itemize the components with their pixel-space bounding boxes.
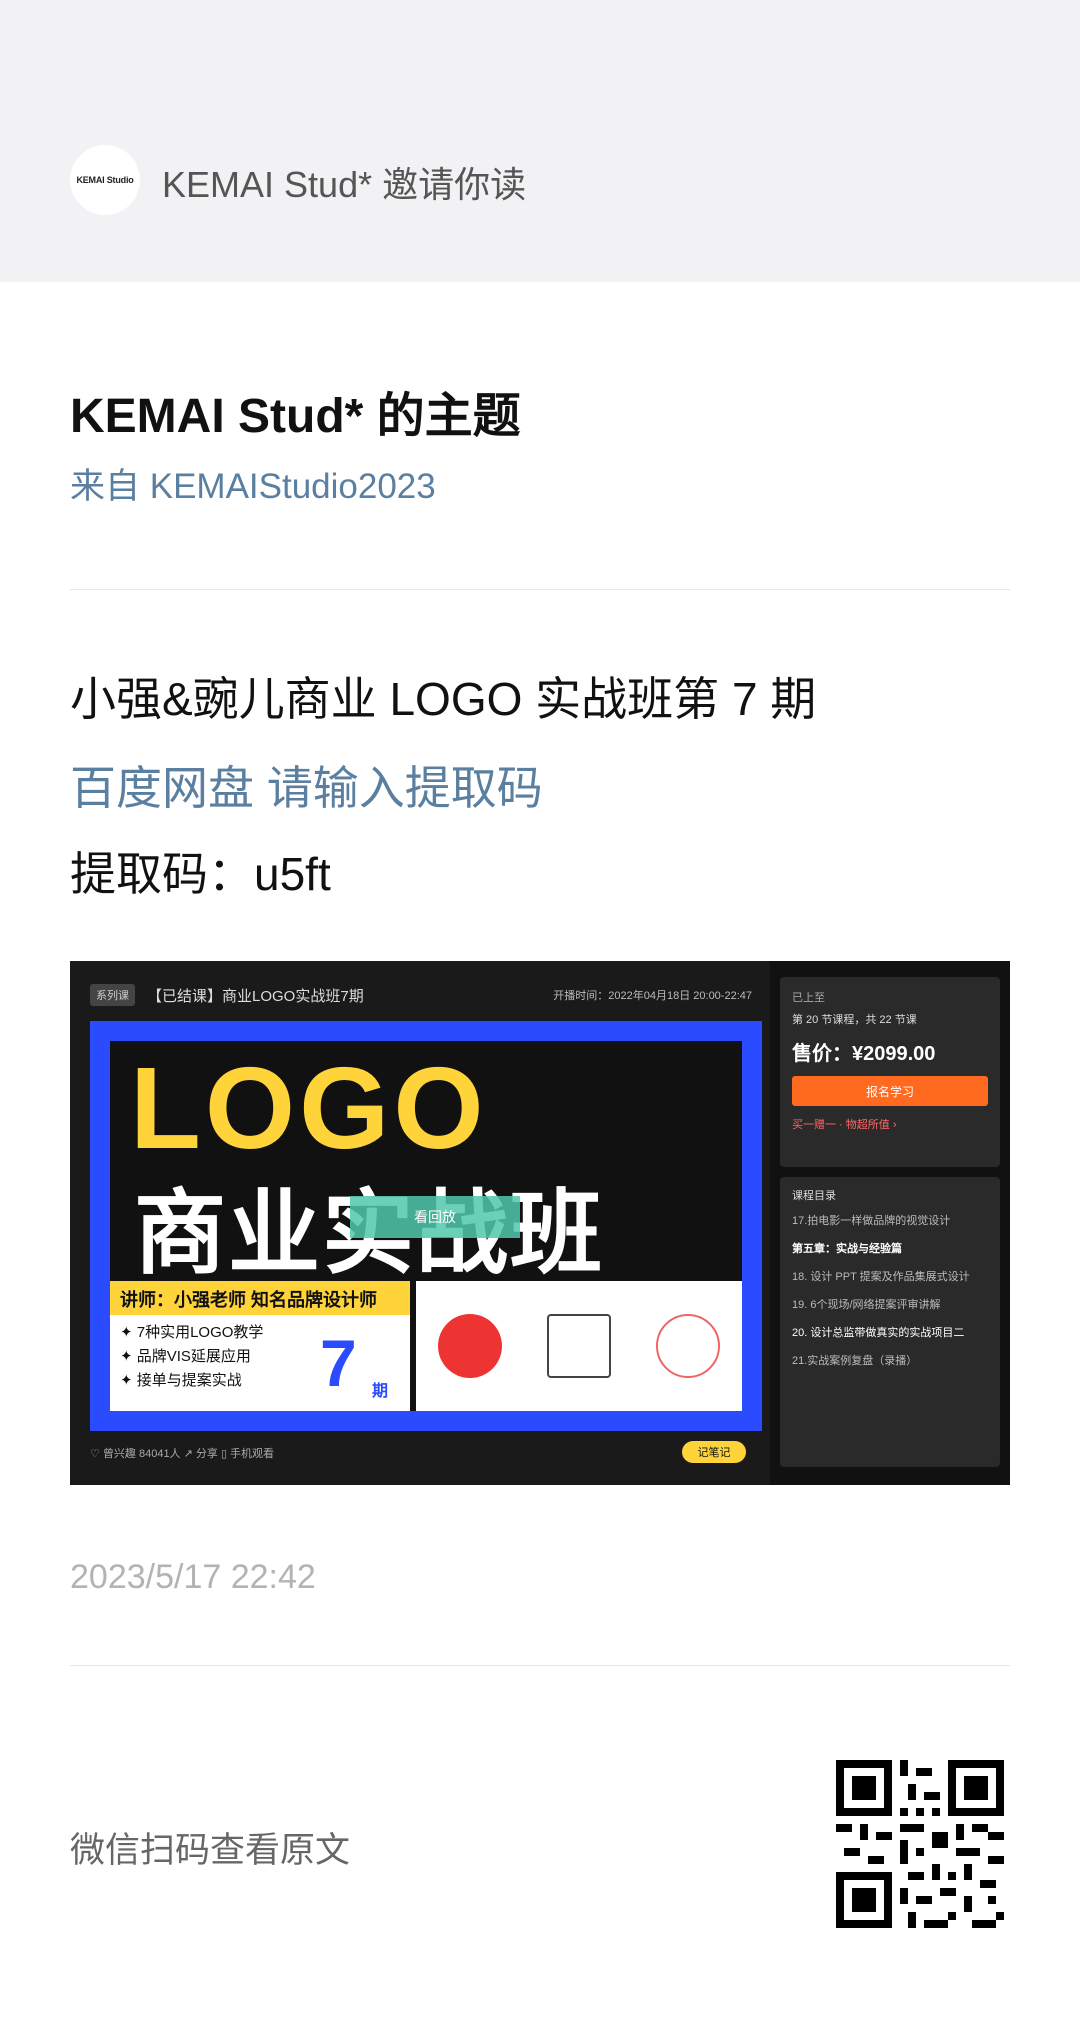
divider xyxy=(70,589,1010,590)
replay-button[interactable]: 看回放 xyxy=(350,1196,520,1238)
series-tag: 系列课 xyxy=(90,984,135,1006)
invite-text: KEMAI Stud* 邀请你读 xyxy=(162,164,527,205)
topic-source[interactable]: 来自 KEMAIStudio2023 xyxy=(70,458,436,509)
lesson-item[interactable]: 21.实战案例复盘（录播） xyxy=(792,1351,988,1371)
post-timestamp: 2023/5/17 22:42 xyxy=(70,1558,316,1596)
lesson-item[interactable]: 19. 6个现场/网络提案评审讲解 xyxy=(792,1295,988,1315)
signup-button[interactable]: 报名学习 xyxy=(792,1076,988,1106)
issue-unit: 期 xyxy=(372,1383,389,1400)
course-screenshot[interactable]: 系列课 【已结课】商业LOGO实战班7期 开播时间：2022年04月18日 20… xyxy=(70,961,1010,1485)
price: 售价：¥2099.00 xyxy=(792,1043,936,1065)
course-side-panel: 已上至 第 20 节课程，共 22 节课 售价：¥2099.00 报名学习 买一… xyxy=(780,977,1000,1469)
course-header: 系列课 【已结课】商业LOGO实战班7期 xyxy=(90,983,364,1007)
video-area: 系列课 【已结课】商业LOGO实战班7期 开播时间：2022年04月18日 20… xyxy=(70,961,770,1485)
promo-link[interactable]: 买一赠一 · 物超所值 › xyxy=(792,1116,988,1132)
note-button[interactable]: 记笔记 xyxy=(682,1441,746,1463)
logo-word: LOGO xyxy=(130,1043,488,1173)
brand-logo-icon xyxy=(655,1314,720,1378)
teacher-head: 讲师：小强老师 知名品牌设计师 xyxy=(110,1281,410,1315)
sample-logo-icon xyxy=(546,1314,611,1378)
divider xyxy=(70,1665,1010,1666)
issue-number: 7 xyxy=(320,1326,357,1400)
extraction-code: 提取码：u5ft xyxy=(70,848,331,900)
teacher-card: 讲师：小强老师 知名品牌设计师 ✦ 7种实用LOGO教学 ✦ 品牌VIS延展应用… xyxy=(110,1281,410,1411)
topic-title: KEMAI Stud* 的主题 xyxy=(70,390,521,443)
banner-inner: LOGO 商业实战班 看回放 讲师：小强老师 知名品牌设计师 ✦ 7种实用LOG… xyxy=(110,1041,742,1411)
chapter-heading: 第五章：实战与经验篇 xyxy=(792,1243,902,1255)
scan-hint: 微信扫码查看原文 xyxy=(70,1831,351,1870)
logo-samples xyxy=(416,1281,742,1411)
live-time: 开播时间：2022年04月18日 20:00-22:47 xyxy=(553,990,752,1002)
invite-bar: KEMAI Studio KEMAI Stud* 邀请你读 xyxy=(0,0,1080,282)
qr-code-icon[interactable] xyxy=(836,1760,1004,1928)
progress-status: 已上至 xyxy=(792,992,825,1004)
lesson-count: 第 20 节课程，共 22 节课 xyxy=(792,1014,917,1026)
feature-list: ✦ 7种实用LOGO教学 ✦ 品牌VIS延展应用 ✦ 接单与提案实战 xyxy=(110,1315,410,1399)
lesson-item-current[interactable]: 20. 设计总监带做真实的实战项目二 xyxy=(792,1323,988,1343)
course-title: 【已结课】商业LOGO实战班7期 xyxy=(147,987,364,1005)
baidu-pan-link[interactable]: 百度网盘 请输入提取码 xyxy=(70,752,543,818)
lesson-panel: 课程目录 17.拍电影一样做品牌的视觉设计 第五章：实战与经验篇 18. 设计 … xyxy=(780,1177,1000,1467)
feature-item: ✦ 7种实用LOGO教学 xyxy=(120,1324,264,1341)
catalog-label: 课程目录 xyxy=(792,1190,836,1202)
video-bottom-bar: ♡ 曾兴趣 84041人 ↗ 分享 ▯ 手机观看 xyxy=(90,1448,275,1460)
feature-item: ✦ 品牌VIS延展应用 xyxy=(120,1348,251,1365)
apple-logo-icon xyxy=(438,1314,503,1378)
avatar: KEMAI Studio xyxy=(70,145,140,215)
lesson-item[interactable]: 18. 设计 PPT 提案及作品集展式设计 xyxy=(792,1267,988,1287)
price-panel: 已上至 第 20 节课程，共 22 节课 售价：¥2099.00 报名学习 买一… xyxy=(780,977,1000,1167)
lesson-item[interactable]: 17.拍电影一样做品牌的视觉设计 xyxy=(792,1211,988,1231)
course-banner: LOGO 商业实战班 看回放 讲师：小强老师 知名品牌设计师 ✦ 7种实用LOG… xyxy=(90,1021,762,1431)
feature-item: ✦ 接单与提案实战 xyxy=(120,1372,242,1389)
post-title: 小强&豌儿商业 LOGO 实战班第 7 期 xyxy=(70,673,817,725)
